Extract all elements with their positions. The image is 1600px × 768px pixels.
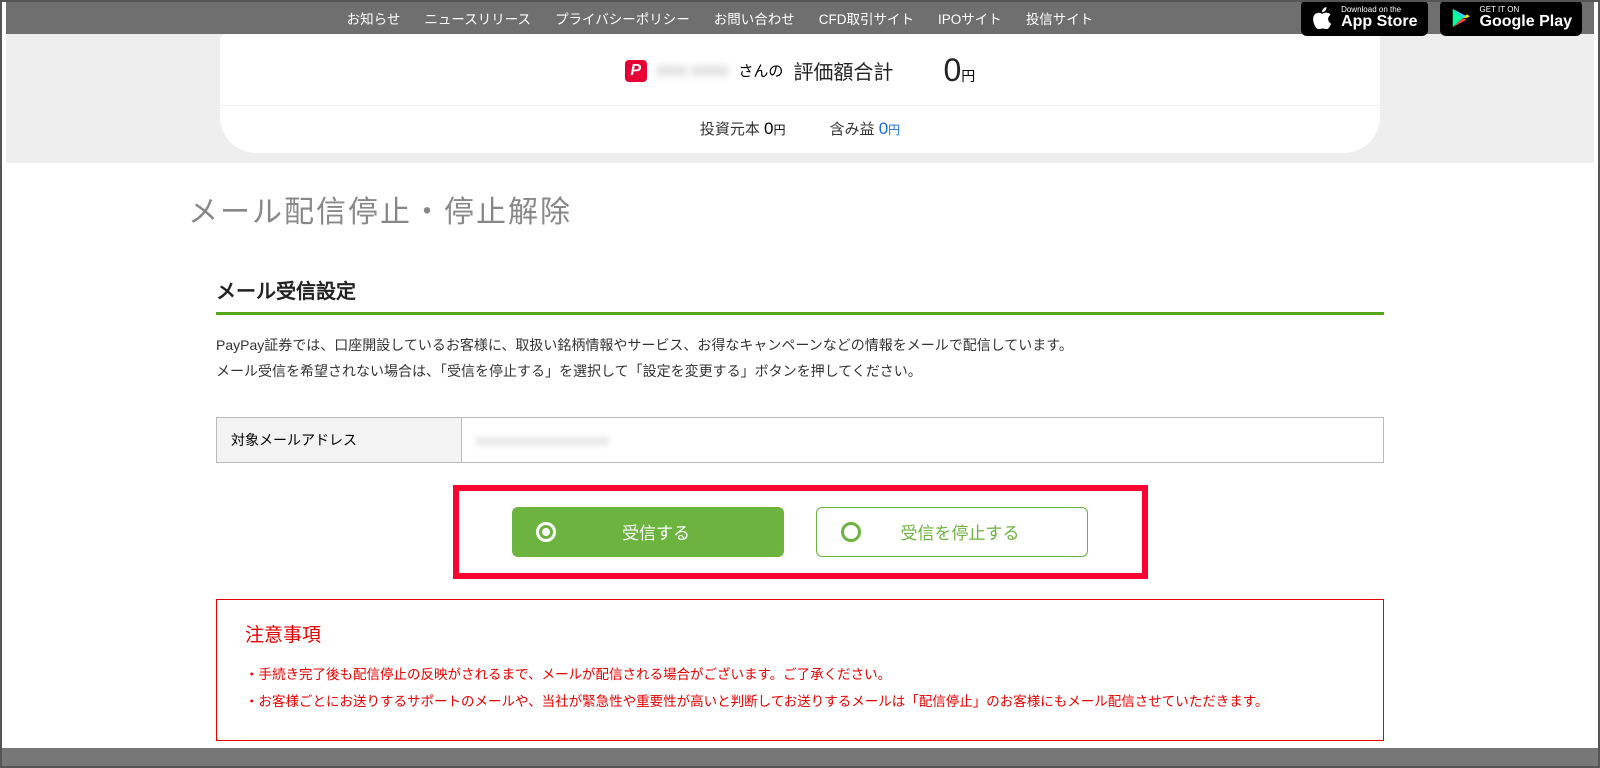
username-blurred: xxxx xxxxx [657,62,729,79]
notice-title: 注意事項 [245,620,1355,647]
top-nav: お知らせ ニュースリリース プライバシーポリシー お問い合わせ CFD取引サイト… [6,2,1594,34]
apple-icon [1311,7,1333,29]
app-store-badge[interactable]: Download on the App Store [1301,2,1427,36]
account-summary: P xxxx xxxxx さんの 評価額合計 0円 投資元本 0円 含み益 [6,34,1594,163]
radio-stop-label: 受信を停止する [901,519,1020,544]
email-field-value: xxxxxxxxxxxxxxxxxxx [462,418,1383,462]
nav-link-toshin[interactable]: 投信サイト [1026,8,1094,28]
nav-link-contact[interactable]: お問い合わせ [714,8,795,28]
page-title: メール配信停止・停止解除 [188,187,1412,231]
principal-label: 投資元本 [700,121,760,138]
google-play-icon [1450,7,1472,29]
google-play-badge[interactable]: GET IT ON Google Play [1440,2,1582,36]
radio-unselected-icon [841,522,861,542]
radio-receive-label: 受信する [622,519,690,544]
radio-selected-icon [536,522,556,542]
radio-stop-receive[interactable]: 受信を停止する [816,507,1088,557]
nav-link-release[interactable]: ニュースリリース [424,8,531,28]
nav-link-privacy[interactable]: プライバシーポリシー [555,8,690,28]
gain-label: 含み益 [830,121,875,138]
radio-highlight-box: 受信する 受信を停止する [453,485,1148,579]
nav-link-cfd[interactable]: CFD取引サイト [819,8,914,28]
google-badge-big: Google Play [1480,14,1572,30]
email-field-label: 対象メールアドレス [217,418,462,462]
radio-receive[interactable]: 受信する [512,507,784,557]
apple-badge-big: App Store [1341,14,1417,30]
yen-unit: 円 [961,68,975,84]
paypay-icon: P [625,60,647,82]
gain-value: 0 [879,119,888,138]
notice-item-1: ・手続き完了後も配信停止の反映がされるまで、メールが配信される場合がございます。… [245,661,1355,689]
nav-link-news[interactable]: お知らせ [347,8,401,28]
notice-box: 注意事項 ・手続き完了後も配信停止の反映がされるまで、メールが配信される場合がご… [216,599,1384,741]
nav-link-ipo[interactable]: IPOサイト [938,8,1002,28]
total-valuation-label: 評価額合計 [793,56,893,85]
section-title: メール受信設定 [216,275,1384,315]
bottom-bar [2,748,1598,766]
section-description: PayPay証券では、口座開設しているお客様に、取扱い銘柄情報やサービス、お得な… [216,333,1384,385]
notice-item-2: ・お客様ごとにお送りするサポートのメールや、当社が緊急性や重要性が高いと判断して… [245,688,1355,716]
total-valuation-value: 0 [943,52,961,88]
username-suffix: さんの [738,60,783,81]
email-field-row: 対象メールアドレス xxxxxxxxxxxxxxxxxxx [216,417,1384,463]
